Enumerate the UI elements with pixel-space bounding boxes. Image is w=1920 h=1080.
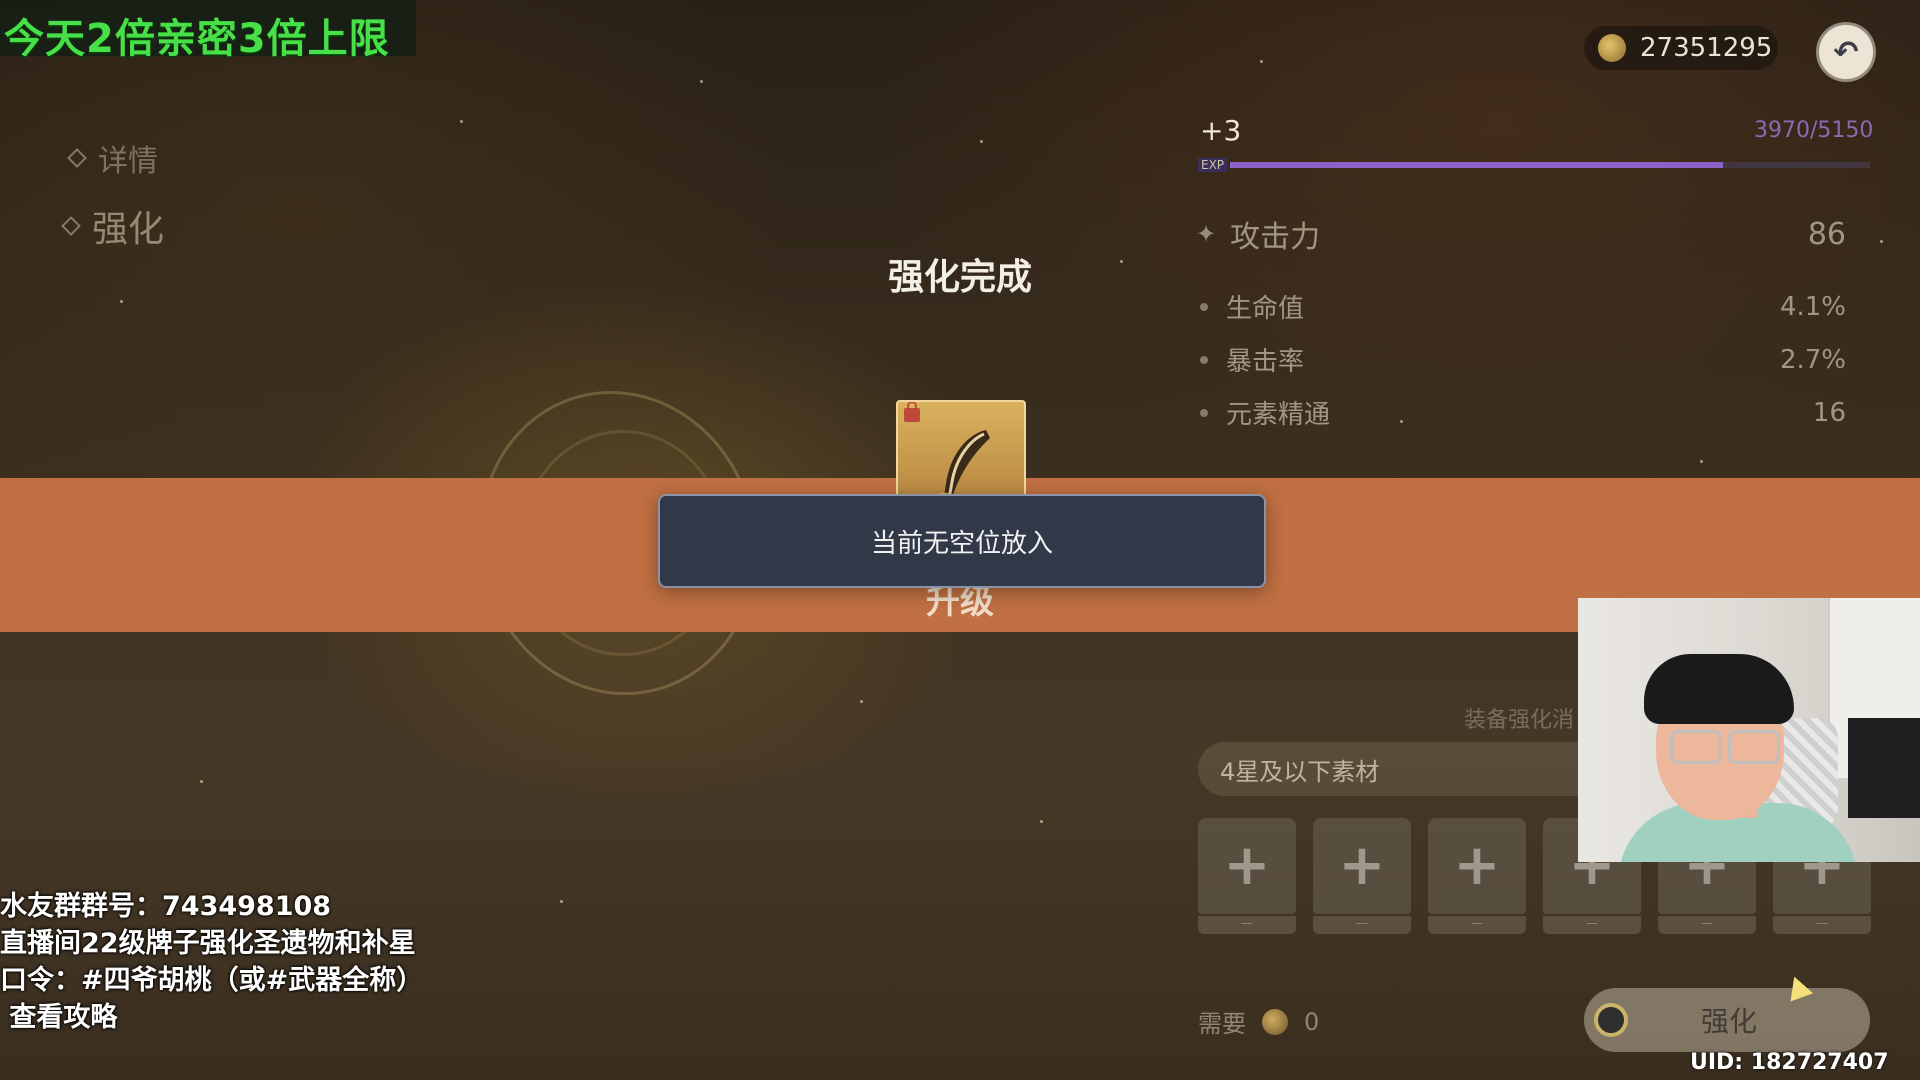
bullet-icon — [1200, 355, 1208, 364]
add-slot-icon: + — [1338, 833, 1386, 898]
slot-count: — — [1428, 916, 1526, 934]
sub-stat-name: 元素精通 — [1226, 400, 1331, 430]
streamer-webcam — [1578, 598, 1920, 862]
slot-count: — — [1313, 916, 1411, 934]
slot-count: — — [1543, 916, 1641, 934]
mora-coin-icon — [1598, 34, 1626, 62]
cost-row: 需要 0 — [1198, 1004, 1319, 1039]
material-slot[interactable]: + — — [1428, 818, 1526, 936]
artifact-level: +3 — [1200, 114, 1242, 147]
slot-count: — — [1658, 916, 1756, 934]
stream-info-line: 口令：#四爷胡桃（或#武器全称） — [0, 965, 424, 996]
exp-label: EXP — [1198, 158, 1228, 172]
sub-stat-row: 暴击率 2.7% — [1196, 341, 1846, 378]
sub-stat-value: 2.7% — [1779, 344, 1846, 375]
diamond-icon — [61, 216, 81, 236]
material-slot[interactable]: + — — [1198, 818, 1296, 936]
bullet-icon — [1200, 302, 1208, 311]
nav-tab-enhance[interactable]: 强化 — [61, 200, 165, 252]
exp-progress-text: 3970/5150 — [1754, 118, 1874, 143]
material-filter-value: 4星及以下素材 — [1220, 757, 1380, 786]
main-stat-icon: ✦ — [1196, 220, 1217, 248]
player-uid: UID: 182727407 — [1690, 1050, 1889, 1075]
mora-coin-icon — [1262, 1008, 1288, 1035]
nav-tab-enhance-label: 强化 — [92, 209, 165, 250]
stream-info-line: 查看攻略 — [0, 1002, 118, 1033]
material-panel-caption: 装备强化消 — [1464, 708, 1575, 733]
slot-count: — — [1773, 916, 1871, 934]
sub-stat-row: 元素精通 16 — [1196, 394, 1846, 431]
stream-banner-text: 今天2倍亲密3倍上限 — [4, 16, 390, 62]
main-stat-value: 86 — [1807, 216, 1846, 252]
stream-info-line: 水友群群号：743498108 — [0, 891, 332, 922]
confirm-circle-icon — [1594, 1003, 1628, 1037]
cost-value: 0 — [1304, 1007, 1320, 1036]
cost-label: 需要 — [1198, 1010, 1246, 1038]
exp-bar — [1230, 162, 1870, 168]
enhance-complete-title: 强化完成 — [887, 257, 1032, 298]
material-slot[interactable]: + — — [1313, 818, 1411, 936]
diamond-icon — [67, 148, 87, 168]
bullet-icon — [1200, 408, 1208, 417]
mora-counter: 27351295 — [1584, 26, 1778, 70]
add-slot-icon: + — [1453, 833, 1501, 898]
sub-stat-value: 16 — [1812, 397, 1846, 428]
enhance-button-label: 强化 — [1700, 1005, 1757, 1038]
lock-icon — [904, 402, 920, 422]
exp-bar-fill — [1230, 162, 1724, 168]
stream-info-line: 直播间22级牌子强化圣遗物和补星 — [0, 928, 416, 959]
slot-count: — — [1198, 916, 1296, 934]
add-slot-icon: + — [1223, 833, 1271, 898]
back-arrow-icon: ↶ — [1833, 34, 1859, 70]
mora-value: 27351295 — [1640, 33, 1773, 63]
back-button[interactable]: ↶ — [1816, 22, 1876, 82]
enhance-button[interactable]: 强化 — [1584, 988, 1870, 1052]
toast-text: 当前无空位放入 — [870, 528, 1053, 559]
sub-stat-name: 暴击率 — [1226, 347, 1305, 377]
nav-tab-detail[interactable]: 详情 — [67, 136, 158, 180]
nav-tab-detail-label: 详情 — [98, 144, 158, 179]
toast-message: 当前无空位放入 — [658, 494, 1266, 588]
material-filter-select[interactable]: 4星及以下素材 — [1198, 742, 1602, 796]
